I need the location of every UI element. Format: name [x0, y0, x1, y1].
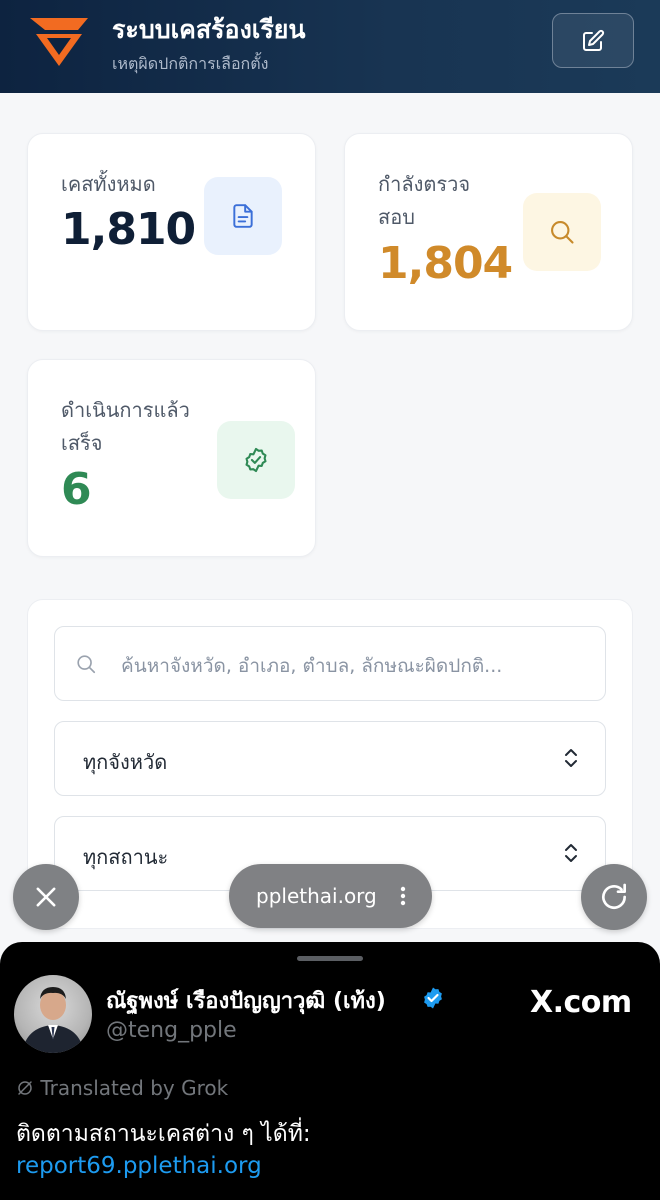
tweet-author-name[interactable]: ณัฐพงษ์ เรืองปัญญาวุฒิ (เท้ง)	[106, 983, 386, 1018]
avatar[interactable]	[14, 975, 92, 1053]
chevron-up-down-icon	[565, 844, 577, 862]
edit-button[interactable]	[552, 13, 634, 68]
v-logo-icon[interactable]	[30, 14, 88, 66]
stat-label-reviewing-line2: สอบ	[378, 205, 415, 229]
grok-icon	[18, 1081, 32, 1095]
stat-value-total: 1,810	[61, 204, 196, 255]
app-title: ระบบเคสร้องเรียน	[112, 15, 306, 44]
verified-badge-icon	[424, 987, 442, 1009]
close-icon	[36, 887, 56, 907]
edit-icon	[583, 29, 605, 51]
close-tab-button[interactable]	[13, 864, 79, 930]
app-subtitle: เหตุผิดปกติการเลือกตั้ง	[112, 54, 269, 73]
stat-label-completed: ดำเนินการแล้ว เสร็จ	[61, 394, 190, 460]
stat-icon-box-reviewing	[523, 193, 601, 271]
province-select-value: ทุกจังหวัด	[83, 750, 168, 774]
stat-label-total: เคสทั้งหมด	[61, 172, 156, 196]
stat-value-completed: 6	[61, 464, 92, 515]
province-select[interactable]: ทุกจังหวัด	[54, 721, 606, 796]
chevron-up-down-icon	[565, 749, 577, 767]
check-badge-icon	[245, 447, 267, 473]
sheet-grabber[interactable]	[297, 956, 363, 961]
document-icon	[233, 204, 253, 228]
search-icon	[551, 221, 574, 244]
url-text: pplethai.org	[256, 884, 377, 908]
stat-value-reviewing: 1,804	[378, 238, 513, 289]
stat-label-completed-line2: เสร็จ	[61, 431, 103, 455]
reload-button[interactable]	[581, 864, 647, 930]
profile-photo	[22, 987, 84, 1053]
reload-icon	[602, 883, 626, 909]
status-select-value: ทุกสถานะ	[83, 845, 169, 869]
stat-card-total: เคสทั้งหมด 1,810	[27, 133, 316, 331]
search-icon	[77, 655, 96, 674]
stat-card-reviewing: กำลังตรวจ สอบ 1,804	[344, 133, 633, 331]
stat-icon-box-completed	[217, 421, 295, 499]
stat-label-reviewing-line1: กำลังตรวจ	[378, 172, 471, 196]
stat-card-completed: ดำเนินการแล้ว เสร็จ 6	[27, 359, 316, 557]
tweet-author-handle[interactable]: @teng_pple	[106, 1018, 237, 1043]
url-bar[interactable]: pplethai.org	[229, 864, 432, 928]
stat-label-reviewing: กำลังตรวจ สอบ	[378, 168, 470, 234]
search-input[interactable]: ค้นหาจังหวัด, อำเภอ, ตำบล, ลักษณะผิดปกติ…	[54, 626, 606, 701]
stat-icon-box-total	[204, 177, 282, 255]
tweet-text: ติดตามสถานะเคสต่าง ๆ ได้ที่:	[16, 1121, 311, 1147]
stat-label-completed-line1: ดำเนินการแล้ว	[61, 398, 190, 422]
translated-label: Translated by Grok	[40, 1076, 229, 1100]
translated-by-grok: Translated by Grok	[16, 1076, 228, 1100]
search-placeholder: ค้นหาจังหวัด, อำเภอ, ตำบล, ลักษณะผิดปกติ…	[121, 655, 503, 677]
more-vertical-icon[interactable]	[400, 886, 406, 906]
app-header: ระบบเคสร้องเรียน เหตุผิดปกติการเลือกตั้ง	[0, 0, 660, 93]
tweet-link[interactable]: report69.pplethai.org	[16, 1153, 262, 1179]
x-com-logo[interactable]: X.com	[530, 985, 632, 1020]
